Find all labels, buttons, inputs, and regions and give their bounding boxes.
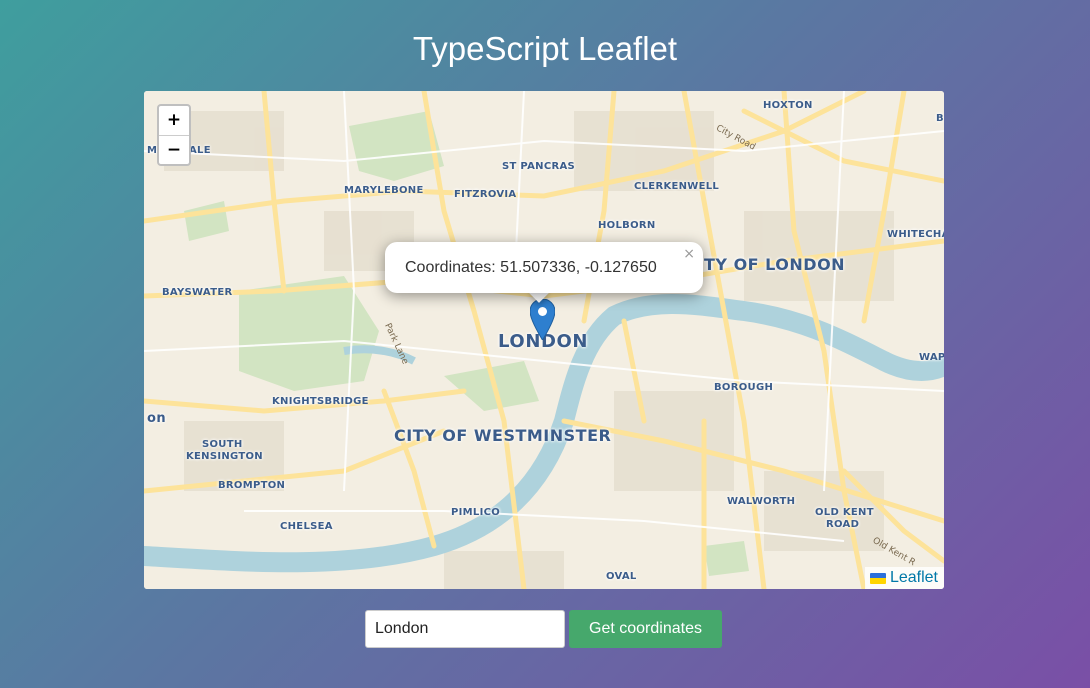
place-label-edge-on: on	[147, 411, 167, 426]
place-label-city-of-london: TY OF LONDON	[704, 255, 846, 274]
leaflet-attribution-link[interactable]: Leaflet	[890, 569, 938, 587]
place-label-south-kensington-1: SOUTH	[202, 439, 243, 450]
place-label-south-kensington-2: KENSINGTON	[186, 451, 263, 462]
place-label-oval: OVAL	[606, 571, 637, 582]
page-title: TypeScript Leaflet	[412, 30, 678, 67]
place-label-fitzrovia: FITZROVIA	[454, 189, 517, 200]
city-input[interactable]	[365, 610, 565, 648]
map-container[interactable]: + − HOXTON B MA ALE ST PANCRAS MARYLEBON…	[144, 91, 944, 589]
place-label-brompton: BROMPTON	[218, 480, 286, 491]
place-label-old-kent-1: OLD KENT	[815, 507, 874, 518]
place-label-hoxton: HOXTON	[763, 100, 813, 111]
location-marker-icon[interactable]	[529, 298, 556, 345]
place-label-edge-ale: ALE	[189, 145, 211, 156]
place-label-knightsbridge: KNIGHTSBRIDGE	[272, 396, 369, 407]
zoom-in-button[interactable]: +	[159, 106, 189, 135]
popup-close-button[interactable]: ×	[683, 246, 695, 262]
zoom-control: + −	[157, 104, 191, 166]
place-label-whitechapel: WHITECHA	[887, 229, 944, 240]
place-label-walworth: WALWORTH	[727, 496, 796, 507]
place-label-borough: BOROUGH	[714, 382, 774, 393]
place-label-st-pancras: ST PANCRAS	[502, 161, 576, 172]
place-label-bayswater: BAYSWATER	[162, 287, 233, 298]
coordinates-form: Get coordinates	[365, 610, 722, 648]
place-label-wapping: WAP	[919, 352, 944, 363]
place-label-edge-b: B	[936, 113, 944, 124]
zoom-out-button[interactable]: −	[159, 135, 189, 164]
place-label-marylebone: MARYLEBONE	[344, 185, 424, 196]
place-label-holborn: HOLBORN	[598, 220, 656, 231]
place-label-pimlico: PIMLICO	[451, 507, 501, 518]
place-label-clerkenwell: CLERKENWELL	[634, 181, 720, 192]
place-label-chelsea: CHELSEA	[280, 521, 333, 532]
place-label-old-kent-2: ROAD	[826, 519, 860, 530]
coordinates-popup: Coordinates: 51.507336, -0.127650 ×	[385, 242, 703, 293]
get-coordinates-button[interactable]: Get coordinates	[569, 610, 722, 648]
map-attribution: Leaflet	[864, 567, 944, 589]
popup-coordinates-text: Coordinates: 51.507336, -0.127650	[405, 259, 657, 276]
ukraine-flag-icon	[869, 572, 886, 584]
place-label-city-of-westminster: CITY OF WESTMINSTER	[394, 426, 612, 445]
